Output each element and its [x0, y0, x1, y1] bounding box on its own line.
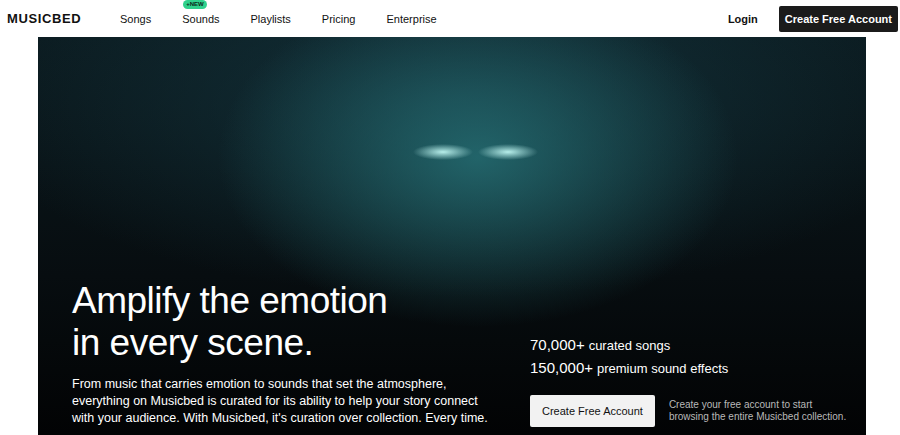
hero-text: Amplify the emotion in every scene. From …: [72, 280, 530, 427]
headline: Amplify the emotion in every scene.: [72, 280, 422, 364]
stat: 70,000+curated songs: [530, 336, 858, 353]
nav-links: Songs +NEW Sounds Playlists Pricing Enter…: [120, 13, 437, 25]
logo[interactable]: MUSICBED: [7, 11, 120, 26]
new-badge: +NEW: [183, 0, 207, 9]
nav-link[interactable]: Songs: [120, 13, 151, 25]
create-account-button[interactable]: Create Free Account: [779, 6, 898, 32]
hero-description: From music that carries emotion to sound…: [72, 376, 500, 427]
stat: 150,000+premium sound effects: [530, 359, 858, 376]
hero-note: Create your free account to start browsi…: [669, 399, 854, 423]
hero-cta-row: Create Free Account Create your free acco…: [530, 395, 858, 427]
nav-link[interactable]: Enterprise: [386, 13, 436, 25]
hero-photo: [38, 37, 866, 435]
hero-create-account-button[interactable]: Create Free Account: [530, 395, 655, 427]
nav-link[interactable]: Playlists: [251, 13, 291, 25]
login-link[interactable]: Login: [728, 13, 758, 25]
nav-link[interactable]: Pricing: [322, 13, 356, 25]
nav-link[interactable]: +NEW Sounds: [182, 13, 219, 25]
hero-stats: 70,000+curated songs 150,000+premium soun…: [530, 336, 858, 427]
top-nav: MUSICBED Songs +NEW Sounds Playlists Pric…: [0, 0, 900, 37]
account-actions: Login Create Free Account: [728, 6, 898, 32]
page: MUSICBED Songs +NEW Sounds Playlists Pric…: [0, 0, 900, 435]
hero: Amplify the emotion in every scene. From …: [38, 37, 866, 435]
hero-content: Amplify the emotion in every scene. From …: [38, 280, 866, 435]
